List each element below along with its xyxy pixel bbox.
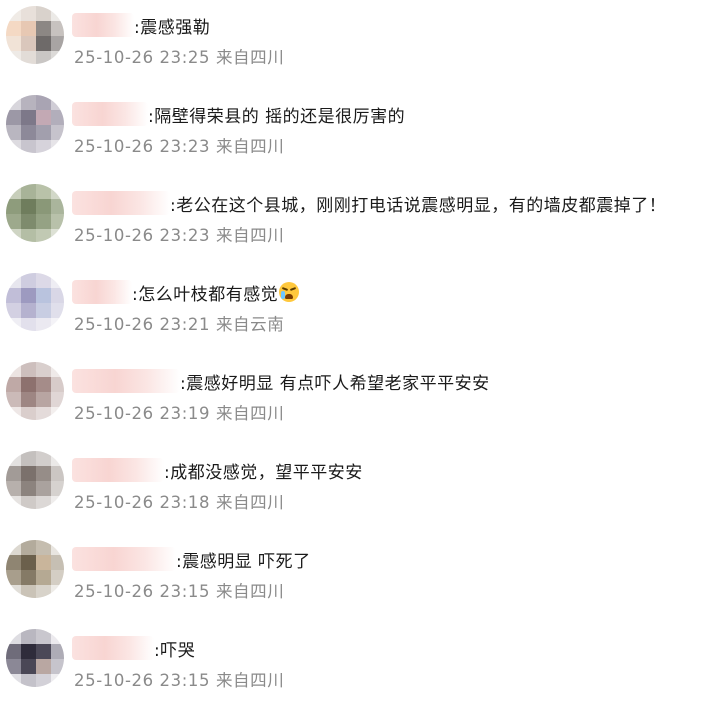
- comment-time: 25-10-26 23:19: [74, 404, 211, 423]
- username-blurred[interactable]: [72, 636, 154, 660]
- comment-meta: 25-10-26 23:18 来自四川: [74, 489, 284, 513]
- username-blurred[interactable]: [72, 102, 148, 126]
- avatar[interactable]: [6, 184, 64, 242]
- comment-header: :震感强勒: [72, 12, 210, 38]
- comment-location: 来自四川: [215, 137, 285, 156]
- comment-time: 25-10-26 23:18: [74, 493, 211, 512]
- comment-meta: 25-10-26 23:23 来自四川: [74, 222, 284, 246]
- comment-meta: 25-10-26 23:19 来自四川: [74, 400, 284, 424]
- avatar[interactable]: [6, 95, 64, 153]
- comment-header: :震感好明显 有点吓人希望老家平平安安: [72, 368, 490, 394]
- avatar[interactable]: [6, 451, 64, 509]
- comment-item: :隔壁得荣县的 摇的还是很厉害的 25-10-26 23:23 来自四川: [0, 91, 720, 180]
- crying-face-icon: [279, 282, 300, 302]
- comment-item: :震感强勒 25-10-26 23:25 来自四川: [0, 2, 720, 91]
- comment-location: 来自四川: [215, 671, 285, 690]
- comment-location: 来自云南: [215, 315, 285, 334]
- comment-text: :隔壁得荣县的 摇的还是很厉害的: [148, 106, 406, 127]
- comment-text: :震感强勒: [134, 17, 211, 38]
- comment-text: :震感明显 吓死了: [176, 551, 311, 572]
- comment-header: :震感明显 吓死了: [72, 546, 311, 572]
- comment-time: 25-10-26 23:21: [74, 315, 211, 334]
- username-blurred[interactable]: [72, 191, 170, 215]
- comment-location: 来自四川: [215, 48, 285, 67]
- comment-meta: 25-10-26 23:23 来自四川: [74, 133, 284, 157]
- comment-text: :怎么叶枝都有感觉: [132, 284, 279, 305]
- comment-location: 来自四川: [215, 226, 285, 245]
- comment-location: 来自四川: [215, 493, 285, 512]
- comment-time: 25-10-26 23:23: [74, 226, 211, 245]
- username-blurred[interactable]: [72, 458, 164, 482]
- comment-location: 来自四川: [215, 404, 285, 423]
- comment-text: :老公在这个县城，刚刚打电话说震感明显，有的墙皮都震掉了！: [170, 195, 667, 216]
- avatar[interactable]: [6, 362, 64, 420]
- comment-text: :吓哭: [154, 640, 196, 661]
- comment-item: :震感明显 吓死了 25-10-26 23:15 来自四川: [0, 536, 720, 625]
- comment-feed: :震感强勒 25-10-26 23:25 来自四川 :隔壁得荣县的 摇的还是很厉…: [0, 0, 720, 717]
- comment-header: :怎么叶枝都有感觉: [72, 279, 300, 305]
- comment-time: 25-10-26 23:15: [74, 671, 211, 690]
- comment-time: 25-10-26 23:23: [74, 137, 211, 156]
- comment-meta: 25-10-26 23:21 来自云南: [74, 311, 284, 335]
- comment-header: :隔壁得荣县的 摇的还是很厉害的: [72, 101, 405, 127]
- comment-meta: 25-10-26 23:15 来自四川: [74, 667, 284, 691]
- comment-header: :老公在这个县城，刚刚打电话说震感明显，有的墙皮都震掉了！: [72, 190, 666, 216]
- username-blurred[interactable]: [72, 280, 132, 304]
- comment-item: :成都没感觉，望平平安安 25-10-26 23:18 来自四川: [0, 447, 720, 536]
- comment-header: :吓哭: [72, 635, 195, 661]
- comment-text: :震感好明显 有点吓人希望老家平平安安: [180, 373, 490, 394]
- avatar[interactable]: [6, 540, 64, 598]
- comment-header: :成都没感觉，望平平安安: [72, 457, 363, 483]
- username-blurred[interactable]: [72, 369, 180, 393]
- comment-time: 25-10-26 23:25: [74, 48, 211, 67]
- username-blurred[interactable]: [72, 547, 176, 571]
- comment-text: :成都没感觉，望平平安安: [164, 462, 363, 483]
- username-blurred[interactable]: [72, 13, 134, 37]
- comment-time: 25-10-26 23:15: [74, 582, 211, 601]
- avatar[interactable]: [6, 6, 64, 64]
- comment-meta: 25-10-26 23:15 来自四川: [74, 578, 284, 602]
- avatar[interactable]: [6, 629, 64, 687]
- comment-item: :震感好明显 有点吓人希望老家平平安安 25-10-26 23:19 来自四川: [0, 358, 720, 447]
- avatar[interactable]: [6, 273, 64, 331]
- comment-location: 来自四川: [215, 582, 285, 601]
- comment-item: :吓哭 25-10-26 23:15 来自四川: [0, 625, 720, 714]
- comment-meta: 25-10-26 23:25 来自四川: [74, 44, 284, 68]
- comment-item: :怎么叶枝都有感觉 25-10-26 23:21 来自云南: [0, 269, 720, 358]
- comment-item: :老公在这个县城，刚刚打电话说震感明显，有的墙皮都震掉了！ 25-10-26 2…: [0, 180, 720, 269]
